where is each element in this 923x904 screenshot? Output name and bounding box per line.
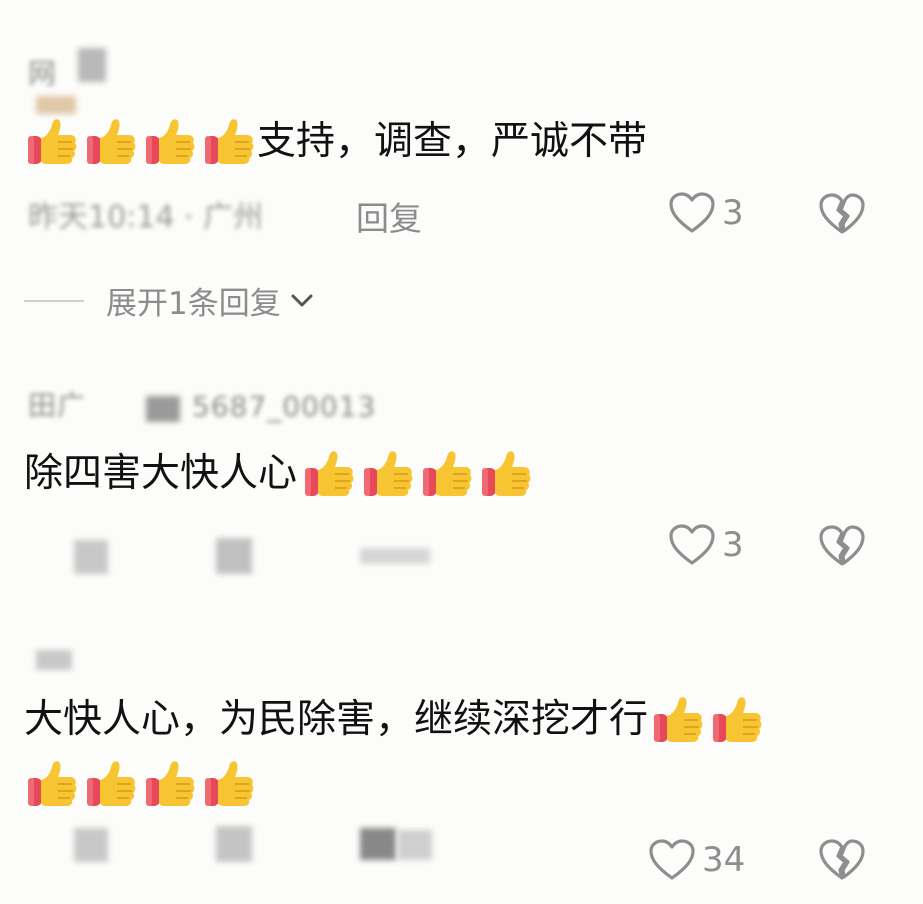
broken-heart-icon[interactable] xyxy=(818,192,866,236)
thumbs-up-emoji-group xyxy=(26,758,262,810)
thumbs-up-emoji xyxy=(85,116,137,168)
thumbs-up-emoji xyxy=(144,116,196,168)
reply-button-blur[interactable] xyxy=(360,828,396,860)
divider-line xyxy=(24,299,84,302)
comment-2-text: 除四害大快人心 xyxy=(24,446,539,502)
timestamp-blur xyxy=(74,540,108,574)
broken-heart-icon[interactable] xyxy=(818,838,866,882)
comment-1-body: 支持，调查，严诚不带 xyxy=(257,119,648,164)
like-count: 3 xyxy=(722,193,744,233)
thumbs-up-emoji xyxy=(480,448,532,500)
comment-3-body: 大快人心，为民除害，继续深挖才行 xyxy=(24,697,649,742)
chevron-down-icon xyxy=(287,286,317,316)
thumbs-up-emoji xyxy=(421,448,473,500)
avatar-blur xyxy=(146,396,180,422)
like-button[interactable]: 34 xyxy=(648,838,745,882)
thumbs-up-emoji xyxy=(26,116,78,168)
thumbs-up-emoji-group xyxy=(652,694,770,746)
comment-1-username[interactable]: 网 xyxy=(28,52,57,92)
reply-button[interactable]: 回复 xyxy=(356,192,422,240)
thumbs-up-emoji xyxy=(203,116,255,168)
reply-button-blur[interactable] xyxy=(360,548,430,564)
heart-outline-icon[interactable] xyxy=(648,838,696,882)
location-blur xyxy=(216,538,252,574)
comment-3-username-blur[interactable] xyxy=(36,650,72,670)
thumbs-up-emoji xyxy=(85,758,137,810)
like-count: 34 xyxy=(702,840,746,880)
thumbs-up-emoji xyxy=(203,758,255,810)
expand-replies-button[interactable]: 展开1条回复 xyxy=(24,278,317,323)
like-button[interactable]: 3 xyxy=(668,523,744,567)
broken-heart-icon[interactable] xyxy=(818,524,866,568)
comment-3-text: 大快人心，为民除害，继续深挖才行 xyxy=(24,692,770,748)
thumbs-up-emoji-group xyxy=(26,116,257,168)
reply-button-blur xyxy=(398,830,432,860)
comment-2-user-id: 5687_00013 xyxy=(192,390,377,423)
thumbs-up-emoji xyxy=(303,448,355,500)
heart-outline-icon[interactable] xyxy=(668,523,716,567)
comment-1-timestamp: 昨天10:14 · 广州 xyxy=(28,200,264,235)
thumbs-up-emoji xyxy=(362,448,414,500)
thumbs-up-emoji xyxy=(652,694,704,746)
heart-outline-icon[interactable] xyxy=(668,191,716,235)
comment-2-username[interactable]: 田广 xyxy=(28,384,86,424)
blur-patch xyxy=(36,96,76,114)
thumbs-up-emoji xyxy=(26,758,78,810)
comment-3-text-line2 xyxy=(26,758,262,810)
comment-1-text: 支持，调查，严诚不带 xyxy=(26,114,647,170)
expand-replies-label: 展开1条回复 xyxy=(106,286,281,322)
thumbs-up-emoji-group xyxy=(303,448,539,500)
comment-2-body: 除四害大快人心 xyxy=(24,451,298,496)
location-blur xyxy=(216,826,252,862)
thumbs-up-emoji xyxy=(711,694,763,746)
avatar-blur xyxy=(78,48,106,82)
like-button[interactable]: 3 xyxy=(668,191,744,235)
timestamp-blur xyxy=(74,828,108,862)
thumbs-up-emoji xyxy=(144,758,196,810)
like-count: 3 xyxy=(722,525,744,565)
